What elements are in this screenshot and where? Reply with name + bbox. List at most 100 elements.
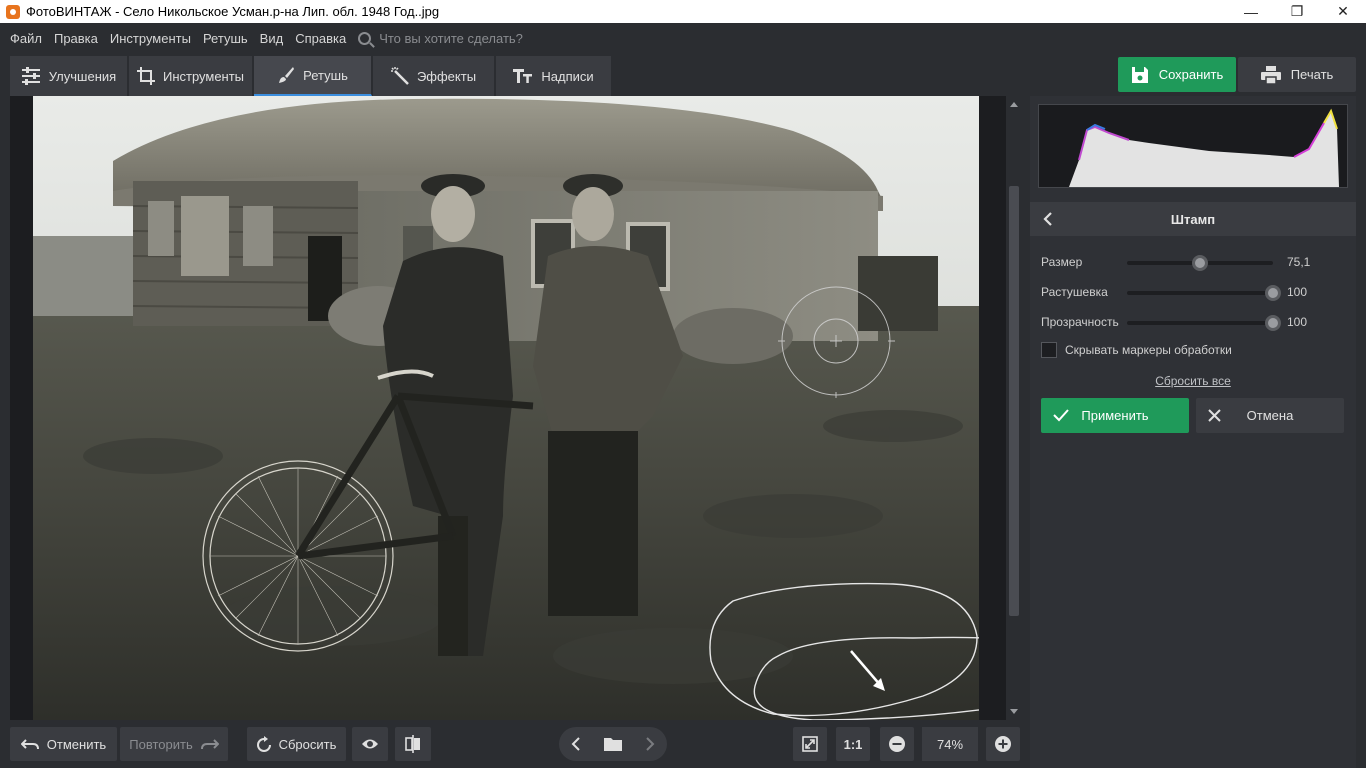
tab-captions[interactable]: Надписи bbox=[496, 56, 612, 96]
actual-size-label: 1:1 bbox=[843, 736, 863, 752]
zoom-out-icon bbox=[889, 736, 905, 752]
search-placeholder: Что вы хотите сделать? bbox=[379, 30, 523, 46]
menu-help[interactable]: Справка bbox=[289, 31, 352, 46]
histogram-graph bbox=[1069, 108, 1339, 187]
menu-bar: Файл Правка Инструменты Ретушь Вид Справ… bbox=[0, 23, 1366, 53]
retouch-panel: Штамп Размер 75,1 Растушевка 100 Прозрач… bbox=[1030, 96, 1356, 768]
title-bar: ФотоВИНТАЖ - Село Никольское Усман.р-на … bbox=[0, 0, 1366, 23]
zoom-out-button[interactable] bbox=[880, 727, 914, 761]
menu-retouch[interactable]: Ретушь bbox=[197, 31, 254, 46]
redo-button[interactable]: Повторить bbox=[120, 727, 228, 761]
scroll-up-icon[interactable] bbox=[1010, 102, 1018, 107]
scrollbar-thumb[interactable] bbox=[1009, 186, 1019, 616]
prev-image-icon[interactable] bbox=[570, 737, 582, 751]
magic-wand-icon bbox=[390, 67, 409, 85]
tab-enhancements[interactable]: Улучшения bbox=[10, 56, 128, 96]
hide-markers-checkbox[interactable] bbox=[1041, 342, 1057, 358]
close-window-button[interactable]: ✕ bbox=[1320, 0, 1366, 23]
size-slider-knob[interactable] bbox=[1192, 255, 1208, 271]
reset-all-label[interactable]: Сбросить все bbox=[1155, 374, 1231, 388]
text-icon bbox=[513, 69, 533, 83]
menu-file[interactable]: Файл bbox=[4, 31, 48, 46]
hide-markers-row[interactable]: Скрывать маркеры обработки bbox=[1041, 342, 1232, 358]
opacity-slider-track[interactable] bbox=[1127, 321, 1273, 325]
print-label: Печать bbox=[1290, 67, 1334, 82]
undo-label: Отменить bbox=[46, 736, 107, 752]
check-icon bbox=[1053, 409, 1069, 422]
next-image-icon[interactable] bbox=[644, 737, 656, 751]
close-icon bbox=[1208, 409, 1221, 422]
app-window: ФотоВИНТАЖ - Село Никольское Усман.р-на … bbox=[0, 0, 1366, 768]
menu-view[interactable]: Вид bbox=[254, 31, 290, 46]
tab-tools[interactable]: Инструменты bbox=[129, 56, 253, 96]
size-value: 75,1 bbox=[1287, 255, 1311, 269]
eye-icon bbox=[362, 739, 378, 749]
feather-value: 100 bbox=[1287, 285, 1308, 299]
menu-edit[interactable]: Правка bbox=[48, 31, 104, 46]
apply-button[interactable]: Применить bbox=[1041, 398, 1189, 433]
undo-button[interactable]: Отменить bbox=[10, 727, 117, 761]
printer-icon bbox=[1260, 65, 1281, 84]
redo-arrow-icon bbox=[200, 739, 219, 750]
reset-label: Сбросить bbox=[278, 736, 337, 752]
scroll-down-icon[interactable] bbox=[1010, 709, 1018, 714]
feather-label: Растушевка bbox=[1041, 285, 1108, 299]
tab-label: Инструменты bbox=[162, 68, 245, 84]
folder-icon[interactable] bbox=[604, 737, 622, 751]
cancel-label: Отмена bbox=[1246, 408, 1294, 423]
tab-label: Ретушь bbox=[303, 67, 348, 83]
save-label: Сохранить bbox=[1158, 67, 1224, 82]
save-button[interactable]: Сохранить bbox=[1118, 57, 1236, 92]
undo-arrow-icon bbox=[20, 739, 39, 750]
feather-slider-track[interactable] bbox=[1127, 291, 1273, 295]
maximize-button[interactable]: ❐ bbox=[1274, 0, 1320, 23]
compare-button[interactable] bbox=[395, 727, 431, 761]
redo-label: Повторить bbox=[129, 736, 193, 752]
reset-all-link[interactable]: Сбросить все bbox=[1030, 374, 1356, 388]
opacity-value: 100 bbox=[1287, 315, 1308, 329]
tab-label: Эффекты bbox=[416, 68, 477, 84]
feather-slider-knob[interactable] bbox=[1265, 285, 1281, 301]
size-label: Размер bbox=[1041, 255, 1083, 269]
tab-retouch[interactable]: Ретушь bbox=[254, 56, 372, 96]
window-title: ФотоВИНТАЖ - Село Никольское Усман.р-на … bbox=[26, 4, 440, 19]
app-logo-icon bbox=[6, 4, 20, 19]
actual-size-button[interactable]: 1:1 bbox=[836, 727, 870, 761]
reset-button[interactable]: Сбросить bbox=[247, 727, 346, 761]
opacity-slider-knob[interactable] bbox=[1265, 315, 1281, 331]
tab-effects[interactable]: Эффекты bbox=[373, 56, 495, 96]
compare-icon bbox=[405, 735, 420, 753]
crop-icon bbox=[136, 67, 155, 85]
preview-eye-button[interactable] bbox=[352, 727, 388, 761]
histogram bbox=[1038, 104, 1348, 188]
size-slider-row: Размер 75,1 bbox=[1041, 252, 1341, 272]
opacity-label: Прозрачность bbox=[1041, 315, 1119, 329]
cancel-button[interactable]: Отмена bbox=[1196, 398, 1344, 433]
apply-label: Применить bbox=[1081, 408, 1149, 423]
tab-label: Надписи bbox=[541, 68, 594, 84]
image-canvas[interactable] bbox=[10, 96, 1022, 720]
file-navigation bbox=[559, 727, 667, 761]
print-button[interactable]: Печать bbox=[1238, 57, 1356, 92]
menu-tools[interactable]: Инструменты bbox=[104, 31, 197, 46]
opacity-slider-row: Прозрачность 100 bbox=[1041, 312, 1341, 332]
vintage-photo-image bbox=[33, 96, 979, 720]
fit-screen-button[interactable] bbox=[793, 727, 827, 761]
photo-preview[interactable] bbox=[33, 96, 979, 720]
zoom-in-button[interactable] bbox=[986, 727, 1020, 761]
hide-markers-label: Скрывать маркеры обработки bbox=[1065, 343, 1232, 357]
zoom-level[interactable]: 74% bbox=[922, 727, 978, 761]
tab-label: Улучшения bbox=[48, 68, 117, 84]
reset-icon bbox=[256, 736, 271, 752]
panel-header: Штамп bbox=[1030, 202, 1356, 236]
search-icon bbox=[358, 31, 372, 45]
save-icon bbox=[1131, 66, 1148, 83]
panel-title: Штамп bbox=[1170, 211, 1216, 227]
command-search[interactable]: Что вы хотите сделать? bbox=[358, 31, 523, 46]
bottom-toolbar: Отменить Повторить Сбросить 1:1 74% bbox=[0, 720, 1028, 768]
vertical-scrollbar[interactable] bbox=[1006, 96, 1022, 720]
zoom-in-icon bbox=[995, 736, 1011, 752]
minimize-button[interactable]: — bbox=[1228, 0, 1274, 23]
brush-icon bbox=[279, 67, 295, 83]
back-chevron-icon[interactable] bbox=[1040, 211, 1056, 227]
